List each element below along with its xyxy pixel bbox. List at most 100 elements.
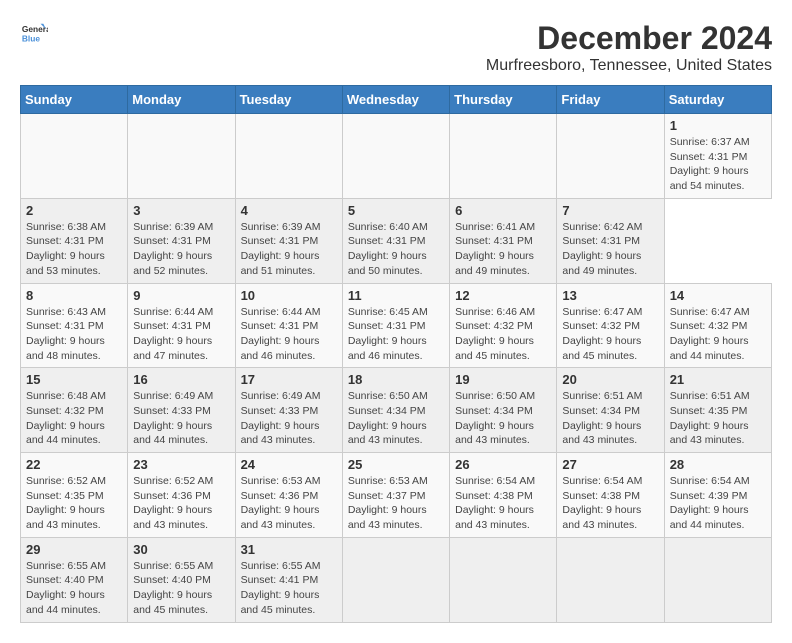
calendar-cell: 23 Sunrise: 6:52 AMSunset: 4:36 PMDayligh…: [128, 453, 235, 538]
day-info: Sunrise: 6:39 AMSunset: 4:31 PMDaylight:…: [133, 220, 229, 279]
title-block: December 2024 Murfreesboro, Tennessee, U…: [486, 20, 772, 75]
day-info: Sunrise: 6:54 AMSunset: 4:39 PMDaylight:…: [670, 474, 766, 533]
calendar-cell: 15Sunrise: 6:48 AMSunset: 4:32 PMDayligh…: [21, 368, 128, 453]
calendar-cell: [557, 537, 664, 622]
day-number: 30: [133, 542, 229, 557]
col-header-sunday: Sunday: [21, 86, 128, 114]
calendar-cell: 12 Sunrise: 6:46 AMSunset: 4:32 PMDayligh…: [450, 283, 557, 368]
day-number: 5: [348, 203, 444, 218]
calendar-week-1: 1 Sunrise: 6:37 AMSunset: 4:31 PMDaylight…: [21, 114, 772, 199]
calendar-cell: 6Sunrise: 6:41 AMSunset: 4:31 PMDaylight…: [450, 198, 557, 283]
calendar-cell: 17Sunrise: 6:49 AMSunset: 4:33 PMDayligh…: [235, 368, 342, 453]
calendar-cell: [450, 537, 557, 622]
calendar-cell: 19Sunrise: 6:50 AMSunset: 4:34 PMDayligh…: [450, 368, 557, 453]
day-number: 2: [26, 203, 122, 218]
day-number: 26: [455, 457, 551, 472]
calendar-cell: 25 Sunrise: 6:53 AMSunset: 4:37 PMDayligh…: [342, 453, 449, 538]
calendar-cell: 26 Sunrise: 6:54 AMSunset: 4:38 PMDayligh…: [450, 453, 557, 538]
day-number: 25: [348, 457, 444, 472]
day-number: 18: [348, 372, 444, 387]
day-number: 22: [26, 457, 122, 472]
day-info: Sunrise: 6:42 AMSunset: 4:31 PMDaylight:…: [562, 220, 658, 279]
day-number: 4: [241, 203, 337, 218]
day-number: 1: [670, 118, 766, 133]
col-header-friday: Friday: [557, 86, 664, 114]
calendar-cell: 2 Sunrise: 6:38 AMSunset: 4:31 PMDaylight…: [21, 198, 128, 283]
page-title: December 2024: [486, 20, 772, 57]
svg-text:Blue: Blue: [22, 33, 40, 43]
day-info: Sunrise: 6:46 AMSunset: 4:32 PMDaylight:…: [455, 305, 551, 364]
day-info: Sunrise: 6:47 AMSunset: 4:32 PMDaylight:…: [562, 305, 658, 364]
day-number: 28: [670, 457, 766, 472]
calendar-cell: 1 Sunrise: 6:37 AMSunset: 4:31 PMDaylight…: [664, 114, 771, 199]
calendar-cell: 14Sunrise: 6:47 AMSunset: 4:32 PMDayligh…: [664, 283, 771, 368]
calendar-cell: 18 Sunrise: 6:50 AMSunset: 4:34 PMDayligh…: [342, 368, 449, 453]
logo-icon: General Blue: [20, 20, 48, 48]
calendar-cell: 13Sunrise: 6:47 AMSunset: 4:32 PMDayligh…: [557, 283, 664, 368]
calendar-cell: 21 Sunrise: 6:51 AMSunset: 4:35 PMDayligh…: [664, 368, 771, 453]
calendar-cell: [128, 114, 235, 199]
calendar-cell: [342, 537, 449, 622]
calendar-cell: [235, 114, 342, 199]
calendar-table: SundayMondayTuesdayWednesdayThursdayFrid…: [20, 85, 772, 623]
calendar-week-6: 29Sunrise: 6:55 AMSunset: 4:40 PMDayligh…: [21, 537, 772, 622]
day-info: Sunrise: 6:51 AMSunset: 4:35 PMDaylight:…: [670, 389, 766, 448]
calendar-cell: [342, 114, 449, 199]
calendar-week-5: 22 Sunrise: 6:52 AMSunset: 4:35 PMDayligh…: [21, 453, 772, 538]
calendar-cell: 5Sunrise: 6:40 AMSunset: 4:31 PMDaylight…: [342, 198, 449, 283]
calendar-header-row: SundayMondayTuesdayWednesdayThursdayFrid…: [21, 86, 772, 114]
day-number: 31: [241, 542, 337, 557]
day-number: 23: [133, 457, 229, 472]
page-subtitle: Murfreesboro, Tennessee, United States: [486, 57, 772, 75]
calendar-cell: 9Sunrise: 6:44 AMSunset: 4:31 PMDaylight…: [128, 283, 235, 368]
day-number: 7: [562, 203, 658, 218]
day-info: Sunrise: 6:52 AMSunset: 4:36 PMDaylight:…: [133, 474, 229, 533]
calendar-cell: [557, 114, 664, 199]
col-header-wednesday: Wednesday: [342, 86, 449, 114]
day-info: Sunrise: 6:54 AMSunset: 4:38 PMDaylight:…: [455, 474, 551, 533]
day-number: 8: [26, 288, 122, 303]
day-number: 9: [133, 288, 229, 303]
day-number: 3: [133, 203, 229, 218]
day-info: Sunrise: 6:38 AMSunset: 4:31 PMDaylight:…: [26, 220, 122, 279]
calendar-cell: 31Sunrise: 6:55 AMSunset: 4:41 PMDayligh…: [235, 537, 342, 622]
calendar-week-2: 2 Sunrise: 6:38 AMSunset: 4:31 PMDaylight…: [21, 198, 772, 283]
day-number: 24: [241, 457, 337, 472]
calendar-cell: 29Sunrise: 6:55 AMSunset: 4:40 PMDayligh…: [21, 537, 128, 622]
calendar-cell: 24Sunrise: 6:53 AMSunset: 4:36 PMDayligh…: [235, 453, 342, 538]
day-info: Sunrise: 6:49 AMSunset: 4:33 PMDaylight:…: [133, 389, 229, 448]
col-header-thursday: Thursday: [450, 86, 557, 114]
day-info: Sunrise: 6:37 AMSunset: 4:31 PMDaylight:…: [670, 135, 766, 194]
day-info: Sunrise: 6:43 AMSunset: 4:31 PMDaylight:…: [26, 305, 122, 364]
calendar-week-4: 15Sunrise: 6:48 AMSunset: 4:32 PMDayligh…: [21, 368, 772, 453]
day-info: Sunrise: 6:53 AMSunset: 4:37 PMDaylight:…: [348, 474, 444, 533]
day-number: 16: [133, 372, 229, 387]
day-info: Sunrise: 6:44 AMSunset: 4:31 PMDaylight:…: [241, 305, 337, 364]
calendar-cell: 7 Sunrise: 6:42 AMSunset: 4:31 PMDaylight…: [557, 198, 664, 283]
day-info: Sunrise: 6:52 AMSunset: 4:35 PMDaylight:…: [26, 474, 122, 533]
day-number: 12: [455, 288, 551, 303]
calendar-cell: 10 Sunrise: 6:44 AMSunset: 4:31 PMDayligh…: [235, 283, 342, 368]
calendar-week-3: 8 Sunrise: 6:43 AMSunset: 4:31 PMDaylight…: [21, 283, 772, 368]
calendar-cell: 8 Sunrise: 6:43 AMSunset: 4:31 PMDaylight…: [21, 283, 128, 368]
day-number: 14: [670, 288, 766, 303]
day-number: 10: [241, 288, 337, 303]
calendar-cell: [21, 114, 128, 199]
calendar-cell: 22 Sunrise: 6:52 AMSunset: 4:35 PMDayligh…: [21, 453, 128, 538]
calendar-cell: 16 Sunrise: 6:49 AMSunset: 4:33 PMDayligh…: [128, 368, 235, 453]
col-header-tuesday: Tuesday: [235, 86, 342, 114]
day-number: 15: [26, 372, 122, 387]
calendar-cell: 30Sunrise: 6:55 AMSunset: 4:40 PMDayligh…: [128, 537, 235, 622]
day-number: 27: [562, 457, 658, 472]
day-info: Sunrise: 6:50 AMSunset: 4:34 PMDaylight:…: [455, 389, 551, 448]
day-number: 21: [670, 372, 766, 387]
page-header: General Blue December 2024 Murfreesboro,…: [20, 20, 772, 75]
calendar-cell: 20Sunrise: 6:51 AMSunset: 4:34 PMDayligh…: [557, 368, 664, 453]
calendar-cell: 27Sunrise: 6:54 AMSunset: 4:38 PMDayligh…: [557, 453, 664, 538]
day-info: Sunrise: 6:55 AMSunset: 4:40 PMDaylight:…: [26, 559, 122, 618]
day-info: Sunrise: 6:41 AMSunset: 4:31 PMDaylight:…: [455, 220, 551, 279]
day-info: Sunrise: 6:50 AMSunset: 4:34 PMDaylight:…: [348, 389, 444, 448]
calendar-cell: [450, 114, 557, 199]
calendar-cell: 11Sunrise: 6:45 AMSunset: 4:31 PMDayligh…: [342, 283, 449, 368]
day-info: Sunrise: 6:45 AMSunset: 4:31 PMDaylight:…: [348, 305, 444, 364]
